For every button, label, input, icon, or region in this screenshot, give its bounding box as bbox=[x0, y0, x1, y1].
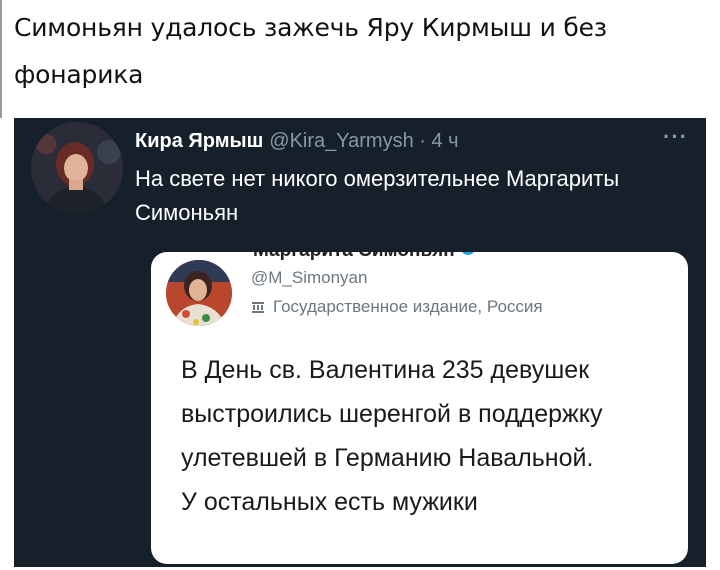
quoted-author-avatar[interactable] bbox=[166, 260, 232, 326]
tweet-screenshot: Кира Ярмыш @Kira_Yarmysh · 4 ч ··· На све… bbox=[14, 118, 706, 567]
state-label-text: Государственное издание, Россия bbox=[273, 297, 543, 316]
author-handle-time: @Kira_Yarmysh · 4 ч bbox=[269, 130, 459, 152]
quoted-tweet-text: В День св. Валентина 235 девушек выстрои… bbox=[181, 348, 681, 524]
state-media-label: Государственное издание, Россия bbox=[251, 297, 543, 317]
verified-icon bbox=[460, 252, 475, 255]
quoted-author-name: Маргарита Симоньян bbox=[253, 252, 475, 262]
quoted-author-handle: @M_Simonyan bbox=[251, 268, 368, 287]
tweet-author-line: Кира Ярмыш @Kira_Yarmysh · 4 ч bbox=[135, 130, 459, 153]
tweet-text: На свете нет никого омерзительнее Маргар… bbox=[135, 166, 620, 225]
state-building-icon bbox=[252, 302, 264, 313]
divider bbox=[0, 0, 2, 118]
author-avatar[interactable] bbox=[31, 122, 123, 214]
author-name[interactable]: Кира Ярмыш bbox=[135, 130, 263, 152]
quoted-text-cut: У остальных есть мужики bbox=[181, 488, 478, 516]
quoted-text-main: В День св. Валентина 235 девушек выстрои… bbox=[181, 356, 603, 472]
quoted-author-name-text: Маргарита Симоньян bbox=[253, 252, 455, 261]
meme-post: Симоньян удалось зажечь Яру Кирмыш и без… bbox=[0, 0, 720, 570]
quoted-tweet-card[interactable]: Маргарита Симоньян @M_Simonyan bbox=[151, 252, 688, 564]
more-horizontal-icon[interactable]: ··· bbox=[663, 124, 688, 150]
post-caption: Симоньян удалось зажечь Яру Кирмыш и без… bbox=[14, 13, 607, 89]
